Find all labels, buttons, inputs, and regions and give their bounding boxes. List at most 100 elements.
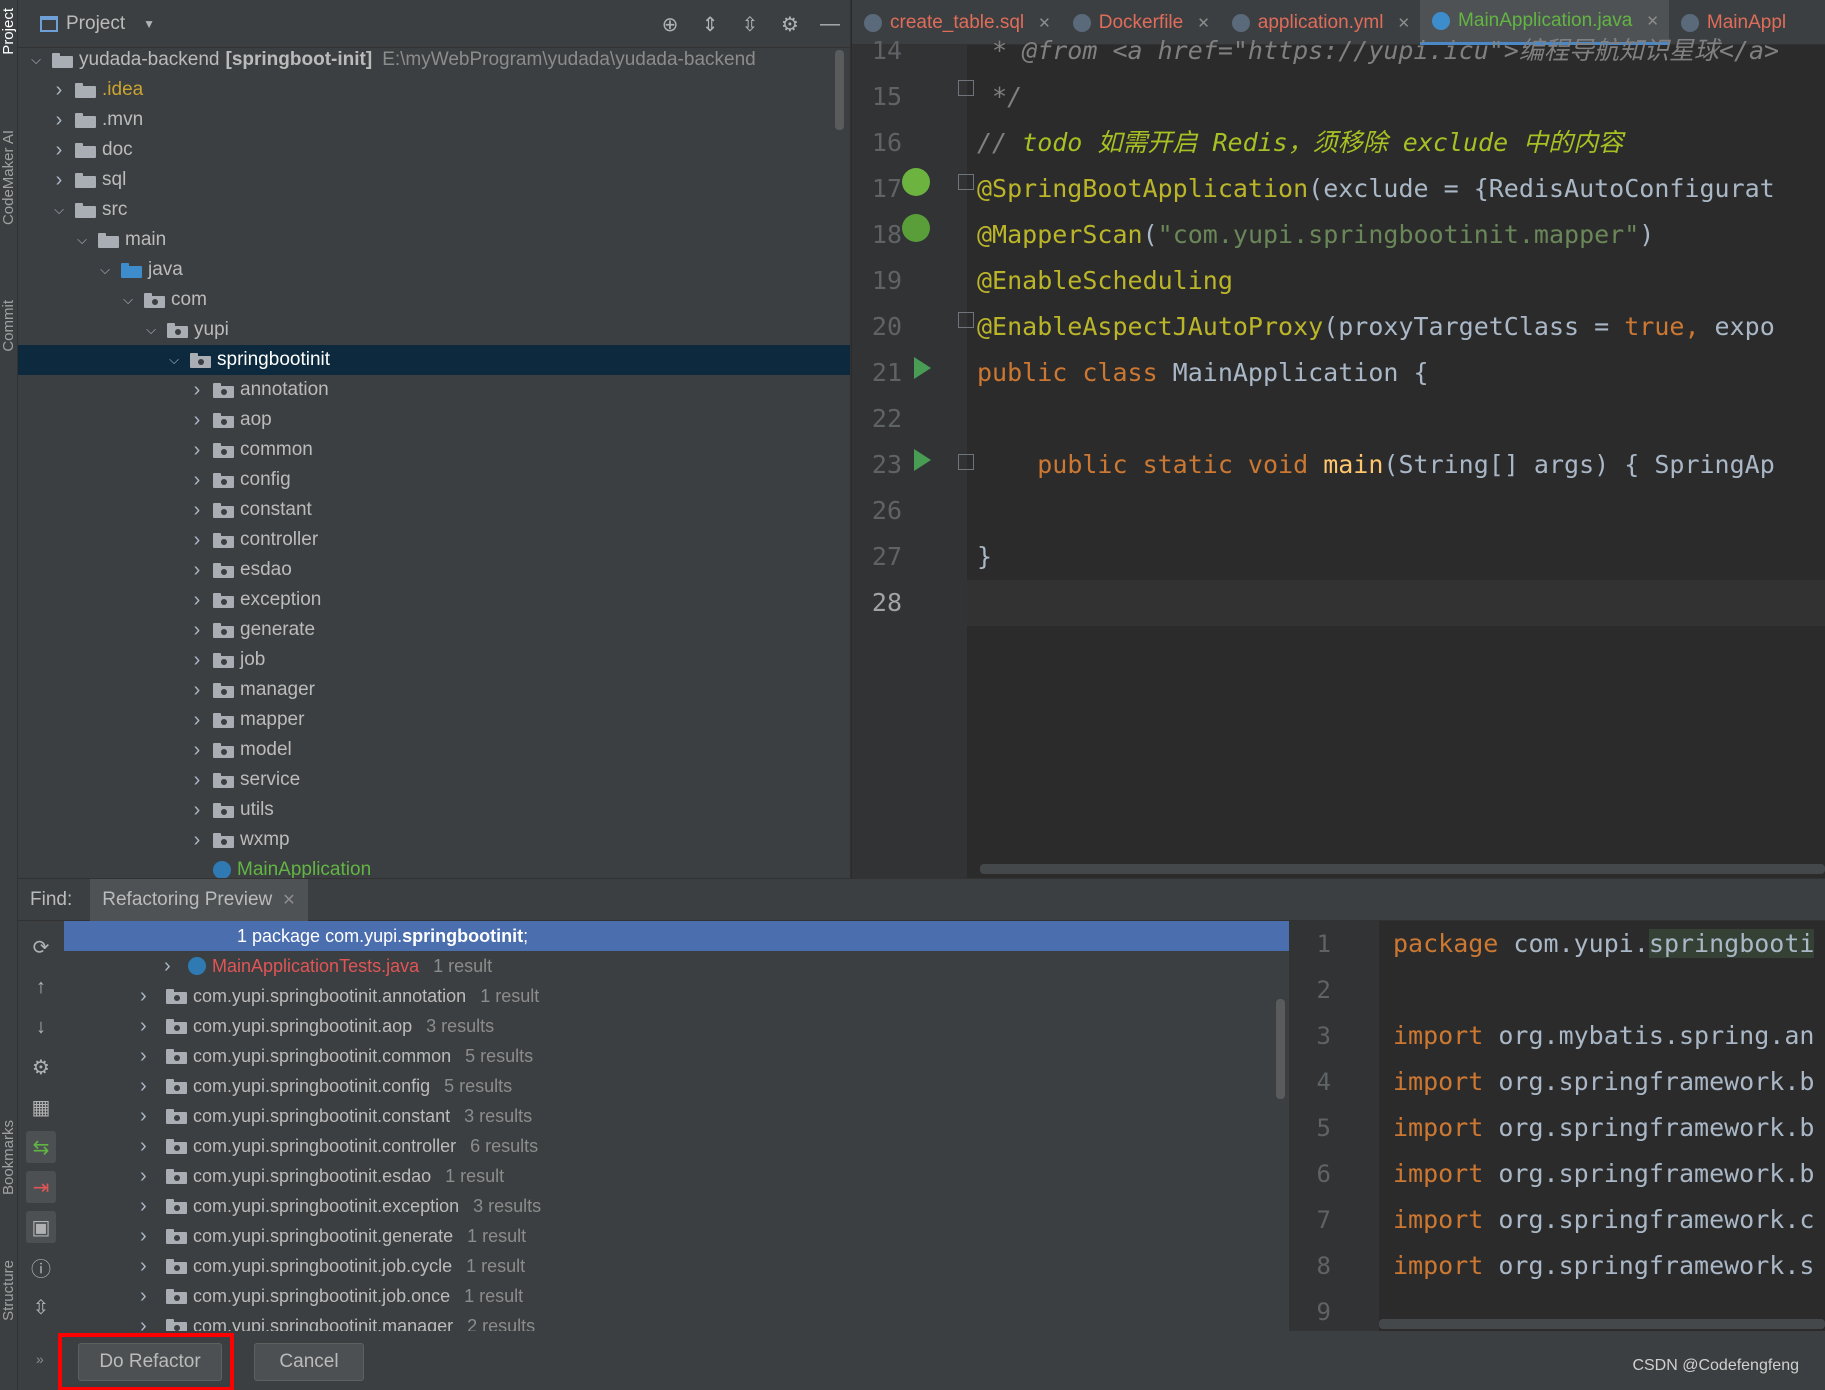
fold-icon[interactable]	[958, 454, 974, 470]
tree-item[interactable]: › service	[18, 765, 850, 795]
chevron-down-icon[interactable]: ⌵	[141, 322, 161, 338]
chevron-right-icon[interactable]: ›	[187, 529, 207, 552]
chevron-right-icon[interactable]: ›	[140, 1075, 160, 1098]
tree-item[interactable]: ⌵ springbootinit	[18, 345, 850, 375]
chevron-right-icon[interactable]: ›	[187, 379, 207, 402]
tree-item[interactable]: MainApplication	[18, 855, 850, 878]
tree-item[interactable]: › wxmp	[18, 825, 850, 855]
run-class-icon[interactable]	[914, 357, 931, 379]
tree-item[interactable]: › manager	[18, 675, 850, 705]
tree-item[interactable]: › job	[18, 645, 850, 675]
chevron-down-icon[interactable]: ⌵	[49, 202, 69, 218]
expand-all-icon[interactable]: ⇕	[697, 11, 723, 37]
chevron-right-icon[interactable]: ›	[187, 679, 207, 702]
chevron-right-icon[interactable]: ›	[140, 1255, 160, 1278]
stripe-tab-bookmarks[interactable]: Bookmarks	[0, 1120, 18, 1195]
stripe-tab-project[interactable]: Project	[0, 8, 18, 55]
chevron-down-icon[interactable]: ⌵	[118, 292, 138, 308]
result-row[interactable]: › com.yupi.springbootinit.constant 3 resul…	[64, 1101, 1289, 1131]
arrow-down-icon[interactable]: ↓	[26, 1011, 56, 1043]
tree-item[interactable]: ⌵ com	[18, 285, 850, 315]
result-row[interactable]: › com.yupi.springbootinit.common 5 results	[64, 1041, 1289, 1071]
chevron-down-icon[interactable]: ▼	[143, 17, 155, 31]
result-row[interactable]: › com.yupi.springbootinit.exception 3 resu…	[64, 1191, 1289, 1221]
chevron-down-icon[interactable]: ⌵	[72, 232, 92, 248]
chevron-right-icon[interactable]: ›	[187, 619, 207, 642]
chevron-right-icon[interactable]: ›	[164, 955, 184, 978]
exclude-icon[interactable]: ⇥	[26, 1171, 56, 1203]
fold-icon[interactable]	[958, 174, 974, 190]
result-row[interactable]: › com.yupi.springbootinit.job.once 1 resul…	[64, 1281, 1289, 1311]
tree-item[interactable]: › constant	[18, 495, 850, 525]
fold-icon[interactable]	[958, 80, 974, 96]
chevron-right-icon[interactable]: ›	[49, 79, 69, 102]
tree-item[interactable]: › utils	[18, 795, 850, 825]
tree-item[interactable]: › mapper	[18, 705, 850, 735]
close-icon[interactable]: ✕	[282, 890, 295, 910]
chevron-right-icon[interactable]: ›	[187, 709, 207, 732]
stripe-tab-structure[interactable]: Structure	[0, 1260, 18, 1321]
tree-item[interactable]: › exception	[18, 585, 850, 615]
tree-item[interactable]: › aop	[18, 405, 850, 435]
chevron-right-icon[interactable]: ›	[49, 139, 69, 162]
chevron-right-icon[interactable]: ›	[187, 469, 207, 492]
editor-h-scrollbar[interactable]	[980, 864, 1825, 874]
chevron-right-icon[interactable]: ›	[140, 1135, 160, 1158]
tree-item[interactable]: › model	[18, 735, 850, 765]
preview-h-scrollbar[interactable]	[1379, 1319, 1825, 1329]
tree-item[interactable]: › .idea	[18, 75, 850, 105]
chevron-right-icon[interactable]: ›	[187, 739, 207, 762]
chevron-right-icon[interactable]: ›	[187, 439, 207, 462]
chevron-right-icon[interactable]: ›	[187, 499, 207, 522]
tree-item[interactable]: ⌵ java	[18, 255, 850, 285]
spring-bean-icon[interactable]	[902, 168, 930, 196]
chevron-right-icon[interactable]: ›	[187, 799, 207, 822]
tree-item[interactable]: › generate	[18, 615, 850, 645]
results-scrollbar[interactable]	[1276, 999, 1285, 1099]
chevron-right-icon[interactable]: ›	[140, 1105, 160, 1128]
project-scrollbar[interactable]	[835, 50, 844, 130]
tree-item[interactable]: › common	[18, 435, 850, 465]
tree-item[interactable]: › annotation	[18, 375, 850, 405]
chevron-right-icon[interactable]: ›	[187, 589, 207, 612]
collapse-all-icon[interactable]: ⇳	[737, 11, 763, 37]
stripe-tab-commit[interactable]: Commit	[0, 300, 18, 352]
tree-item[interactable]: › config	[18, 465, 850, 495]
info-icon[interactable]: ⓘ	[26, 1251, 56, 1283]
result-row[interactable]: › com.yupi.springbootinit.job.cycle 1 resu…	[64, 1251, 1289, 1281]
spring-mapper-icon[interactable]	[902, 214, 930, 242]
chevron-right-icon[interactable]: ›	[187, 829, 207, 852]
chevron-right-icon[interactable]: ›	[187, 649, 207, 672]
stripe-tab-codemaker[interactable]: CodeMaker AI	[0, 130, 18, 225]
chevron-right-icon[interactable]: ›	[140, 1165, 160, 1188]
tree-root[interactable]: ⌵ yudada-backend [springboot-init] E:\my…	[18, 45, 850, 75]
cancel-button[interactable]: Cancel	[254, 1343, 364, 1381]
result-row[interactable]: › com.yupi.springbootinit.aop 3 results	[64, 1011, 1289, 1041]
result-row[interactable]: › com.yupi.springbootinit.generate 1 resul…	[64, 1221, 1289, 1251]
tree-item[interactable]: ⌵ src	[18, 195, 850, 225]
chevron-down-icon[interactable]: ⌵	[95, 262, 115, 278]
chevron-right-icon[interactable]: ›	[187, 769, 207, 792]
tree-item[interactable]: › sql	[18, 165, 850, 195]
chevron-right-icon[interactable]: ›	[49, 169, 69, 192]
result-row[interactable]: › com.yupi.springbootinit.esdao 1 result	[64, 1161, 1289, 1191]
chevron-right-icon[interactable]: ›	[140, 1015, 160, 1038]
result-row[interactable]: › MainApplicationTests.java 1 result	[64, 951, 1289, 981]
minimize-icon[interactable]: —	[817, 11, 843, 37]
expand-more-icon[interactable]: »	[36, 1351, 44, 1367]
remove-icon[interactable]: ▣	[26, 1211, 56, 1243]
group-by-icon[interactable]: ▦	[26, 1091, 56, 1123]
gear-icon[interactable]: ⚙	[26, 1051, 56, 1083]
locate-target-icon[interactable]: ⊕	[657, 11, 683, 37]
result-row[interactable]: › com.yupi.springbootinit.config 5 results	[64, 1071, 1289, 1101]
result-row[interactable]: › com.yupi.springbootinit.annotation 1 res…	[64, 981, 1289, 1011]
include-icon[interactable]: ⇆	[26, 1131, 56, 1163]
result-row[interactable]: › com.yupi.springbootinit.manager 2 result…	[64, 1311, 1289, 1331]
chevron-right-icon[interactable]: ›	[187, 559, 207, 582]
tree-item[interactable]: › controller	[18, 525, 850, 555]
fold-icon[interactable]	[958, 312, 974, 328]
project-view-selector[interactable]: Project ▼	[18, 13, 155, 35]
chevron-right-icon[interactable]: ›	[140, 1225, 160, 1248]
tree-item[interactable]: ⌵ yupi	[18, 315, 850, 345]
do-refactor-button[interactable]: Do Refactor	[78, 1343, 222, 1381]
